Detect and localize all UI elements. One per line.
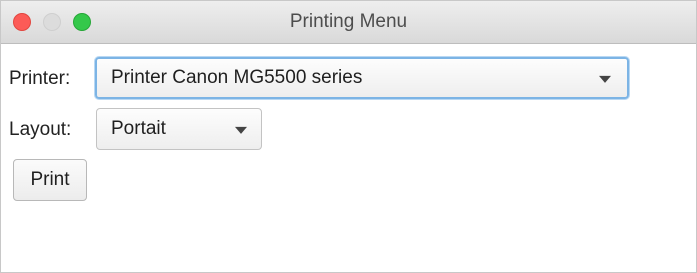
title-bar: Printing Menu <box>1 1 696 44</box>
print-button[interactable]: Print <box>13 159 87 201</box>
printer-label: Printer: <box>9 68 71 89</box>
chevron-down-icon <box>599 75 611 83</box>
printing-menu-window: Printing Menu Printer: Printer Canon MG5… <box>0 0 697 273</box>
chevron-down-icon <box>235 126 247 134</box>
layout-selected-value: Portait <box>111 118 166 139</box>
layout-select[interactable]: Portait <box>96 108 262 150</box>
printer-select[interactable]: Printer Canon MG5500 series <box>95 57 629 99</box>
printer-selected-value: Printer Canon MG5500 series <box>111 67 363 88</box>
window-title: Printing Menu <box>289 11 408 32</box>
layout-label: Layout: <box>9 119 72 140</box>
